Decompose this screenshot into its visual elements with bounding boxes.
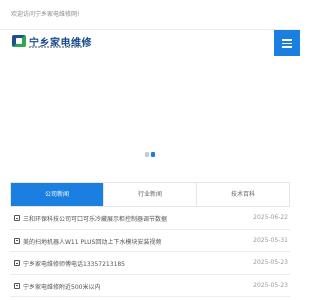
news-date: 2025-05-23 (253, 259, 288, 266)
site-header: 宁乡家电维修 (0, 30, 300, 51)
document-icon (14, 237, 20, 244)
slider-dot-2[interactable] (151, 152, 155, 157)
tab-company-news[interactable]: 公司新闻 (11, 183, 104, 206)
logo-subtitle-decoration (29, 46, 83, 48)
news-title[interactable]: 宁乡家电维修附近500米以内 (23, 282, 100, 291)
news-item[interactable]: 三和环保科技公司可口可乐冷藏展示柜控制器调节数据 2025-06-22 (10, 207, 290, 230)
tab-industry-news[interactable]: 行业新闻 (104, 183, 197, 206)
welcome-text: 欢迎访问宁乡家电维修网! (11, 11, 80, 18)
document-icon (14, 260, 20, 266)
hamburger-icon (282, 39, 292, 41)
news-item[interactable]: 宁乡家电维修师傅电话13357213185 2025-05-23 (10, 252, 290, 275)
banner-slider[interactable] (0, 56, 300, 166)
document-icon (14, 282, 20, 289)
news-tabs: 公司新闻 行业新闻 技术百科 (10, 182, 290, 207)
tab-tech-wiki[interactable]: 技术百科 (197, 183, 289, 206)
news-list: 三和环保科技公司可口可乐冷藏展示柜控制器调节数据 2025-06-22 美的扫地… (10, 207, 290, 297)
news-title[interactable]: 三和环保科技公司可口可乐冷藏展示柜控制器调节数据 (23, 214, 167, 223)
top-bar: 欢迎访问宁乡家电维修网! (0, 0, 300, 30)
logo-mark-icon (12, 35, 26, 47)
slider-dot-1[interactable] (145, 152, 149, 157)
news-title[interactable]: 宁乡家电维修师傅电话13357213185 (23, 259, 125, 268)
news-title[interactable]: 美的扫地机器人W11 PLUS回动上下水模块安装视频 (23, 237, 161, 246)
news-date: 2025-06-22 (253, 214, 288, 221)
news-item[interactable]: 美的扫地机器人W11 PLUS回动上下水模块安装视频 2025-05-31 (10, 230, 290, 252)
news-item[interactable]: 宁乡家电维修附近500米以内 2025-05-23 (10, 275, 290, 297)
news-date: 2025-05-31 (253, 236, 288, 244)
site-logo[interactable]: 宁乡家电维修 (12, 34, 102, 51)
document-icon (14, 215, 20, 221)
news-date: 2025-05-23 (253, 281, 288, 289)
menu-button[interactable] (274, 30, 300, 56)
